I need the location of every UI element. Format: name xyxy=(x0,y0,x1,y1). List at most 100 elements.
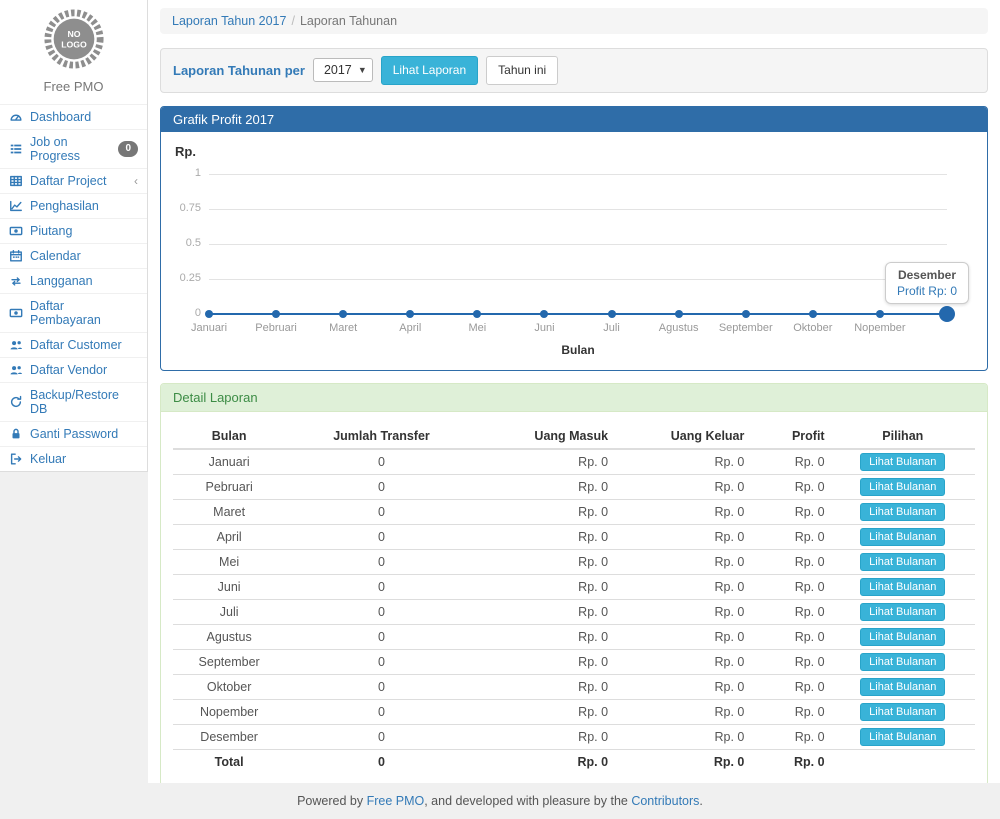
cell-uang-keluar: Rp. 0 xyxy=(614,574,750,599)
column-header-bulan: Bulan xyxy=(173,424,285,449)
x-tick-label: September xyxy=(719,322,773,334)
data-point-oktober[interactable] xyxy=(809,310,817,318)
cell-pilihan: Lihat Bulanan xyxy=(831,474,975,499)
money-icon xyxy=(9,224,23,238)
cell-uang-keluar: Rp. 0 xyxy=(614,649,750,674)
data-point-juni[interactable] xyxy=(540,310,548,318)
sidebar-item-dashboard[interactable]: Dashboard xyxy=(0,104,147,129)
column-header-pilihan: Pilihan xyxy=(831,424,975,449)
cell-jumlah-transfer: 0 xyxy=(285,574,477,599)
table-row: Januari0Rp. 0Rp. 0Rp. 0Lihat Bulanan xyxy=(173,449,975,475)
lihat-bulanan-button[interactable]: Lihat Bulanan xyxy=(860,703,945,721)
year-select[interactable]: 2017 ▼ xyxy=(313,58,373,82)
data-point-januari[interactable] xyxy=(205,310,213,318)
sidebar-item-label: Daftar Project xyxy=(30,174,106,188)
data-point-desember[interactable] xyxy=(939,306,955,322)
lihat-bulanan-button[interactable]: Lihat Bulanan xyxy=(860,728,945,746)
sidebar-item-daftar-vendor[interactable]: Daftar Vendor xyxy=(0,357,147,382)
lihat-bulanan-button[interactable]: Lihat Bulanan xyxy=(860,528,945,546)
total-row: Total0Rp. 0Rp. 0Rp. 0 xyxy=(173,749,975,773)
sidebar-item-backup-restore-db[interactable]: Backup/Restore DB xyxy=(0,382,147,421)
cell-profit: Rp. 0 xyxy=(750,724,830,749)
table-row: Desember0Rp. 0Rp. 0Rp. 0Lihat Bulanan xyxy=(173,724,975,749)
footer-brand-link[interactable]: Free PMO xyxy=(367,794,425,808)
cell-uang-keluar: Rp. 0 xyxy=(614,524,750,549)
cell-jumlah-transfer: 0 xyxy=(285,549,477,574)
data-point-juli[interactable] xyxy=(608,310,616,318)
cell-jumlah-transfer: 0 xyxy=(285,749,477,773)
lihat-bulanan-button[interactable]: Lihat Bulanan xyxy=(860,603,945,621)
data-point-september[interactable] xyxy=(742,310,750,318)
sidebar-item-label: Calendar xyxy=(30,249,81,263)
sidebar-item-daftar-project[interactable]: Daftar Project‹ xyxy=(0,168,147,193)
sidebar-item-daftar-customer[interactable]: Daftar Customer xyxy=(0,332,147,357)
cell-jumlah-transfer: 0 xyxy=(285,624,477,649)
data-point-april[interactable] xyxy=(406,310,414,318)
cell-pilihan: Lihat Bulanan xyxy=(831,699,975,724)
y-tick-label: 0.75 xyxy=(161,202,201,214)
cell-bulan: Nopember xyxy=(173,699,285,724)
cell-profit: Rp. 0 xyxy=(750,574,830,599)
cell-profit: Rp. 0 xyxy=(750,699,830,724)
footer-text-prefix: Powered by xyxy=(297,794,366,808)
table-row: Juni0Rp. 0Rp. 0Rp. 0Lihat Bulanan xyxy=(173,574,975,599)
column-header-profit: Profit xyxy=(750,424,830,449)
table-row: Maret0Rp. 0Rp. 0Rp. 0Lihat Bulanan xyxy=(173,499,975,524)
lihat-bulanan-button[interactable]: Lihat Bulanan xyxy=(860,678,945,696)
sidebar-item-keluar[interactable]: Keluar xyxy=(0,446,147,471)
data-point-maret[interactable] xyxy=(339,310,347,318)
lihat-bulanan-button[interactable]: Lihat Bulanan xyxy=(860,578,945,596)
sidebar-item-piutang[interactable]: Piutang xyxy=(0,218,147,243)
cell-profit: Rp. 0 xyxy=(750,449,830,475)
y-tick-label: 0.25 xyxy=(161,272,201,284)
lihat-bulanan-button[interactable]: Lihat Bulanan xyxy=(860,453,945,471)
x-tick-label: Agustus xyxy=(659,322,699,334)
cell-pilihan: Lihat Bulanan xyxy=(831,649,975,674)
data-point-pebruari[interactable] xyxy=(272,310,280,318)
sidebar-item-ganti-password[interactable]: Ganti Password xyxy=(0,421,147,446)
data-point-agustus[interactable] xyxy=(675,310,683,318)
cell-pilihan: Lihat Bulanan xyxy=(831,674,975,699)
cell-profit: Rp. 0 xyxy=(750,499,830,524)
tahun-ini-button[interactable]: Tahun ini xyxy=(486,56,558,85)
cell-uang-masuk: Rp. 0 xyxy=(478,699,614,724)
sidebar-item-calendar[interactable]: Calendar xyxy=(0,243,147,268)
lock-icon xyxy=(9,427,23,441)
lihat-laporan-button[interactable]: Lihat Laporan xyxy=(381,56,478,85)
cell-jumlah-transfer: 0 xyxy=(285,449,477,475)
cell-profit: Rp. 0 xyxy=(750,549,830,574)
cell-jumlah-transfer: 0 xyxy=(285,499,477,524)
table-header-row: BulanJumlah TransferUang MasukUang Kelua… xyxy=(173,424,975,449)
chart-tooltip-title: Desember xyxy=(897,268,957,282)
sidebar-item-label: Keluar xyxy=(30,452,66,466)
data-point-mei[interactable] xyxy=(473,310,481,318)
sidebar: NO LOGO Free PMO DashboardJob on Progres… xyxy=(0,0,148,783)
cell-pilihan xyxy=(831,749,975,773)
cell-uang-keluar: Rp. 0 xyxy=(614,474,750,499)
data-point-nopember[interactable] xyxy=(876,310,884,318)
calendar-icon xyxy=(9,249,23,263)
cell-bulan: April xyxy=(173,524,285,549)
cell-bulan: Juni xyxy=(173,574,285,599)
cell-uang-keluar: Rp. 0 xyxy=(614,449,750,475)
lihat-bulanan-button[interactable]: Lihat Bulanan xyxy=(860,653,945,671)
profit-line-series xyxy=(209,313,947,315)
lihat-bulanan-button[interactable]: Lihat Bulanan xyxy=(860,628,945,646)
cell-uang-masuk: Rp. 0 xyxy=(478,524,614,549)
cell-bulan: Mei xyxy=(173,549,285,574)
tachometer-icon xyxy=(9,110,23,124)
lihat-bulanan-button[interactable]: Lihat Bulanan xyxy=(860,478,945,496)
lihat-bulanan-button[interactable]: Lihat Bulanan xyxy=(860,553,945,571)
footer-contributors-link[interactable]: Contributors xyxy=(631,794,699,808)
sidebar-item-daftar-pembayaran[interactable]: Daftar Pembayaran xyxy=(0,293,147,332)
cell-jumlah-transfer: 0 xyxy=(285,524,477,549)
sidebar-item-label: Piutang xyxy=(30,224,72,238)
retweet-icon xyxy=(9,274,23,288)
users-icon xyxy=(9,363,23,377)
sidebar-item-job-on-progress[interactable]: Job on Progress0 xyxy=(0,129,147,168)
breadcrumb-link[interactable]: Laporan Tahun 2017 xyxy=(172,14,286,28)
sidebar-item-penghasilan[interactable]: Penghasilan xyxy=(0,193,147,218)
lihat-bulanan-button[interactable]: Lihat Bulanan xyxy=(860,503,945,521)
sidebar-item-langganan[interactable]: Langganan xyxy=(0,268,147,293)
content-area: Laporan Tahun 2017/Laporan Tahunan Lapor… xyxy=(148,0,1000,783)
